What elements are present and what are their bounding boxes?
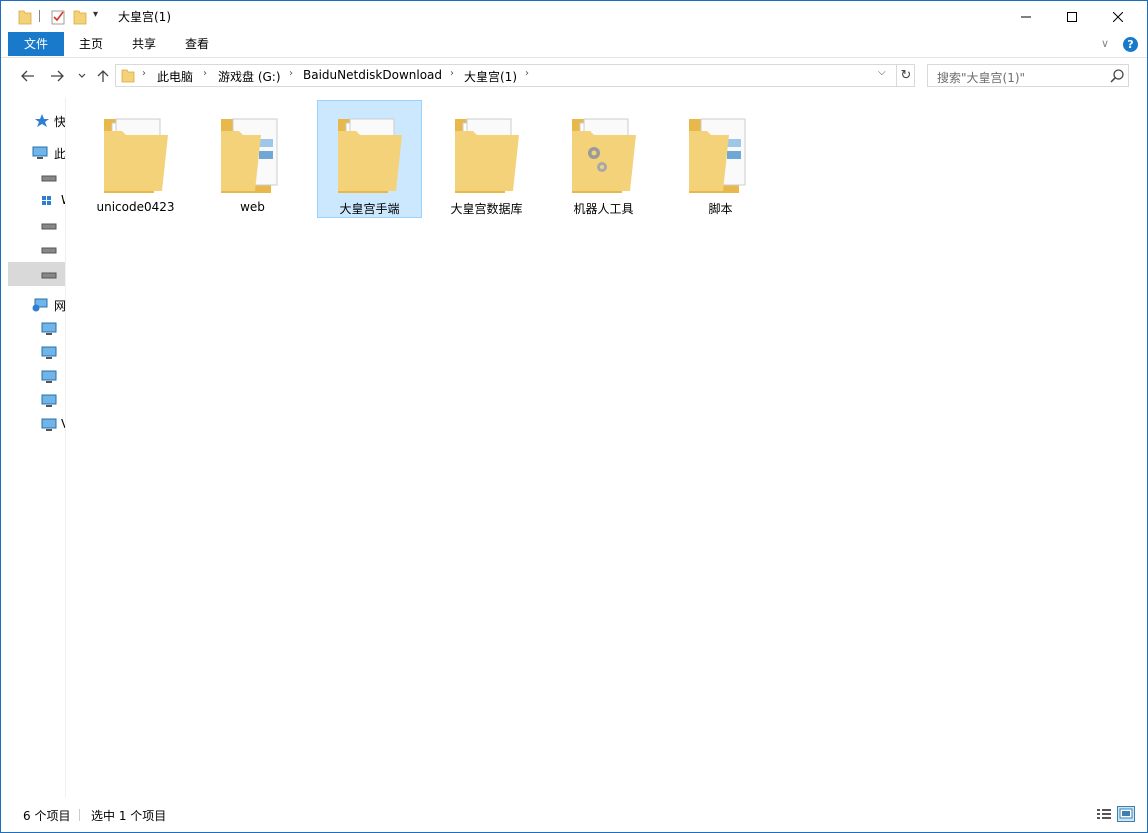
maximize-button[interactable] [1049,1,1095,32]
folder-name: 脚本 [708,202,733,216]
star-icon [35,114,49,127]
folder-images-icon [221,118,278,193]
breadcrumb-this-pc[interactable]: 此电脑 [157,68,193,85]
back-button[interactable] [18,67,38,85]
status-divider [79,809,80,821]
folder-item-database[interactable]: 大皇宫数据库 [434,100,539,218]
details-view-icon [1097,809,1111,819]
address-bar[interactable]: › 此电脑 › 游戏盘 (G:) › BaiduNetdiskDownload … [115,64,915,87]
help-icon[interactable]: ? [1123,37,1138,52]
drive-icon [41,272,57,279]
breadcrumb-separator-icon[interactable]: › [142,68,146,79]
item-count: 6 个项目 [23,809,71,823]
status-bar: 6 个项目 选中 1 个项目 [1,801,1147,827]
breadcrumb-separator-icon[interactable]: › [289,68,293,79]
selection-count: 选中 1 个项目 [91,809,167,823]
folder-name: 大皇宫手端 [339,202,400,216]
nav-item-drive[interactable]: ​ [8,213,65,237]
folder-icon[interactable] [18,8,32,26]
expand-ribbon-icon[interactable]: ∨ [1101,37,1109,50]
forward-button[interactable] [47,67,67,85]
folder-item-web[interactable]: web [200,100,305,218]
search-input[interactable]: 搜索"大皇宫(1)" [927,64,1129,87]
folder-name: unicode0423 [96,200,175,214]
folder-images-icon [689,118,746,193]
quick-access-divider [39,10,40,22]
computer-icon [32,146,48,159]
windows-drive-icon [42,196,51,205]
navigation-bar: › 此电脑 › 游戏盘 (G:) › BaiduNetdiskDownload … [1,59,1147,93]
details-view-button[interactable] [1095,806,1113,822]
monitor-icon [41,394,57,407]
nav-item-drive[interactable]: ​ [8,165,65,189]
scrollbar[interactable] [1138,95,1147,795]
tab-home[interactable]: 主页 [65,32,117,56]
navigation-pane: 快 此 ​ W ​ [8,97,66,797]
folder-name: 机器人工具 [573,202,634,216]
folder-documents-icon [104,118,168,193]
folder-documents-icon [455,118,519,193]
monitor-icon [41,346,57,359]
nav-item-network-computer[interactable]: ​ [8,317,65,341]
nav-item-label: 网 [54,299,66,313]
nav-item-label: W [61,193,65,207]
nav-item-network-computer[interactable]: ​ [8,389,65,413]
folder-item-robot-tools[interactable]: 机器人工具 [551,100,656,218]
folder-item-unicode0423[interactable]: unicode0423 [83,100,188,218]
drive-icon [41,223,57,230]
folder-name: web [240,200,265,214]
nav-item-label: V [61,417,65,431]
drive-icon [41,247,57,254]
breadcrumb-separator-icon[interactable]: › [525,68,529,79]
nav-item-network-computer[interactable]: V [8,413,65,437]
nav-item-drive-selected[interactable]: ​ [8,262,65,286]
window-title: 大皇宫(1) [118,10,171,24]
minimize-button[interactable] [1003,1,1049,32]
breadcrumb-separator-icon[interactable]: › [450,68,454,79]
tab-file[interactable]: 文件 [8,32,64,56]
folder-item-scripts[interactable]: 脚本 [668,100,773,218]
nav-item-network-computer[interactable]: ​ [8,365,65,389]
large-icons-view-button[interactable] [1117,806,1135,822]
folder-icon [121,69,135,83]
breadcrumb-drive-g[interactable]: 游戏盘 (G:) [218,68,281,85]
address-history-icon[interactable]: ⌵ [878,67,886,78]
file-list: unicode0423 web 大皇宫手端 大皇宫数据库 机器人工具 脚本 [67,95,1137,795]
nav-item-windows-drive[interactable]: W [8,189,65,213]
properties-icon[interactable] [50,8,66,26]
breadcrumb-baidunetdiskdownload[interactable]: BaiduNetdiskDownload [303,68,442,82]
folder-documents-icon [338,118,402,193]
nav-item-drive[interactable]: ​ [8,237,65,261]
up-button[interactable] [93,67,113,85]
monitor-icon [41,418,57,431]
folder-item-selected[interactable]: 大皇宫手端 [317,100,422,218]
ribbon: 文件 主页 共享 查看 ∨ ? [1,32,1147,58]
monitor-icon [41,322,57,335]
new-folder-icon[interactable] [73,8,87,26]
nav-item-network[interactable]: 网 [8,293,66,317]
recent-locations-button[interactable] [72,67,92,85]
nav-item-label: 快 [54,115,66,129]
nav-item-network-computer[interactable]: ​ [8,341,65,365]
monitor-icon [41,370,57,383]
nav-item-this-pc[interactable]: 此 [8,141,66,165]
search-placeholder: 搜索"大皇宫(1)" [937,71,1026,85]
network-icon [32,298,48,312]
explorer-window: ▾ 大皇宫(1) 文件 主页 共享 查看 ∨ ? › 此电脑 › 游戏盘 (G:… [0,0,1148,833]
tab-share[interactable]: 共享 [118,32,170,56]
drive-icon [41,175,57,182]
nav-item-quick-access[interactable]: 快 [8,109,66,133]
nav-item-label: 此 [54,147,66,161]
refresh-icon[interactable]: ↻ [896,65,915,86]
close-button[interactable] [1095,1,1141,32]
tab-view[interactable]: 查看 [171,32,223,56]
folder-gears-icon [572,118,636,193]
title-bar: ▾ 大皇宫(1) [1,1,1147,32]
search-icon[interactable] [1109,68,1125,84]
breadcrumb-current-folder[interactable]: 大皇宫(1) [464,68,517,85]
large-icons-view-icon [1119,808,1133,819]
customize-toolbar-icon[interactable]: ▾ [93,9,98,20]
breadcrumb-separator-icon[interactable]: › [203,68,207,79]
folder-name: 大皇宫数据库 [450,202,523,216]
